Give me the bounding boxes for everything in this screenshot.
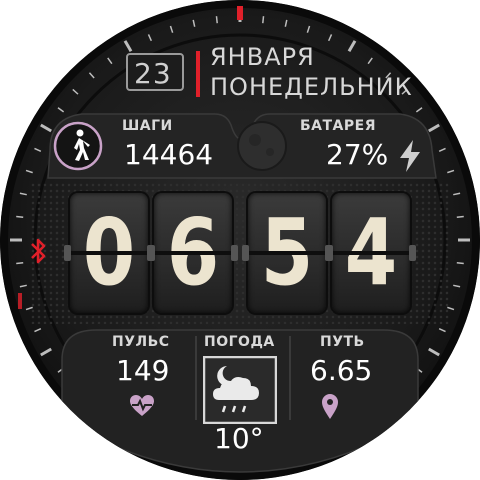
pulse-label: ПУЛЬС xyxy=(112,334,170,350)
weather-temperature: 10° xyxy=(214,422,264,455)
distance-label: ПУТЬ xyxy=(320,334,365,350)
pulse-value: 149 xyxy=(116,354,170,387)
watch-face: 23 ЯНВАРЯ ПОНЕДЕЛЬНИК ШАГИ 14464 БАТАРЕЯ… xyxy=(0,0,480,480)
heart-pulse-icon xyxy=(130,395,154,416)
moon-cloud-rain-icon xyxy=(203,356,277,424)
weather-label: ПОГОДА xyxy=(204,334,275,350)
location-pin-icon xyxy=(322,394,338,419)
distance-value: 6.65 xyxy=(310,354,373,387)
